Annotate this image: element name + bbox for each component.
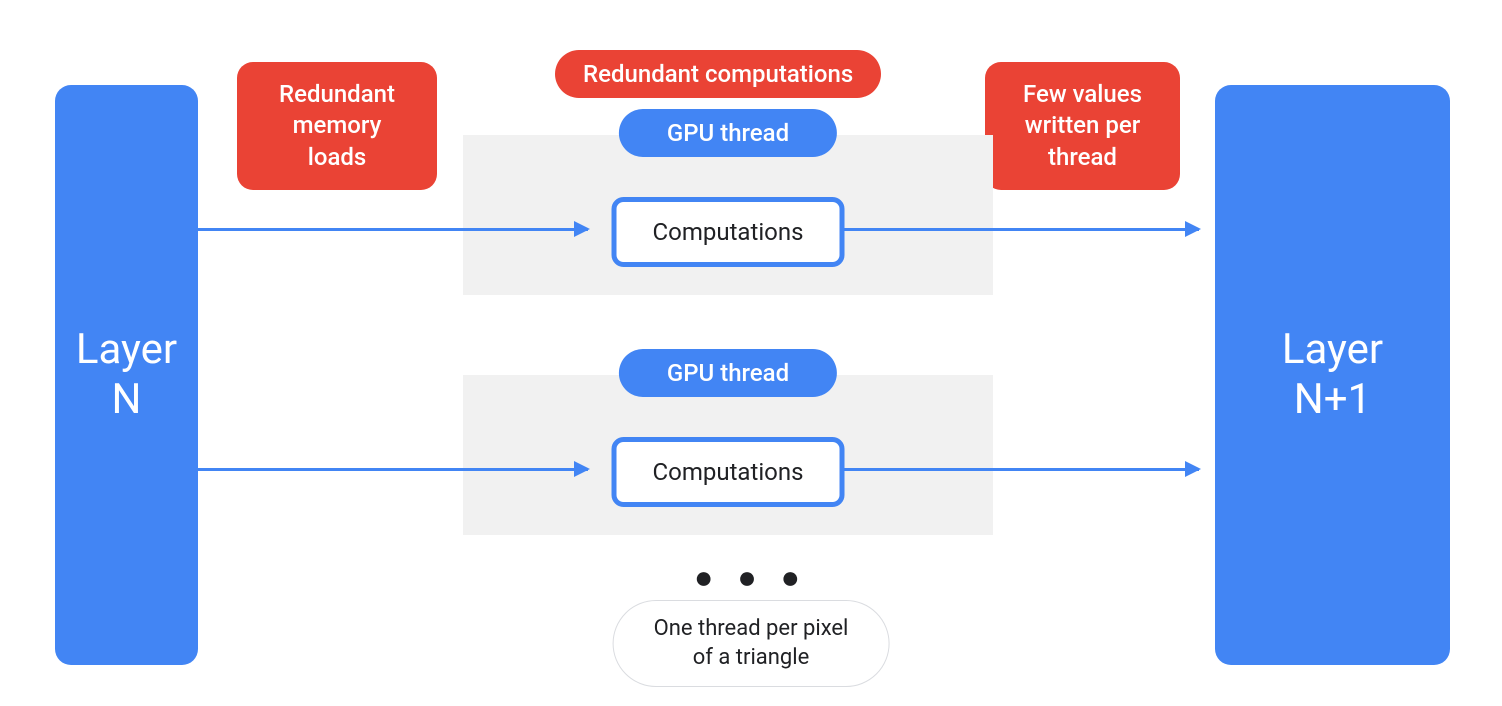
layer-n1-label: Layer N+1 <box>1282 325 1383 426</box>
redundant-computations-callout: Redundant computations <box>555 50 881 98</box>
arrow-1-left <box>198 228 588 231</box>
gpu-thread-2: GPU thread Computations <box>463 375 993 535</box>
caption-text: One thread per pixel of a triangle <box>654 616 849 670</box>
few-values-text: Few values written per thread <box>1023 79 1142 173</box>
caption-pill: One thread per pixel of a triangle <box>613 600 890 687</box>
gpu-thread-label-1: GPU thread <box>667 119 789 147</box>
arrow-1-right <box>843 228 1199 231</box>
computations-label-1: Computations <box>653 218 804 246</box>
arrow-2-right <box>843 468 1199 471</box>
computations-box-1: Computations <box>612 197 845 267</box>
computations-label-2: Computations <box>653 458 804 486</box>
ellipsis-dots: ● ● ● <box>694 558 808 596</box>
layer-n-label: Layer N <box>76 325 177 426</box>
redundant-memory-text: Redundant memory loads <box>279 79 395 173</box>
gpu-thread-pill-1: GPU thread <box>619 109 837 157</box>
layer-n1-box: Layer N+1 <box>1215 85 1450 665</box>
gpu-thread-1: GPU thread Computations <box>463 135 993 295</box>
computations-box-2: Computations <box>612 437 845 507</box>
redundant-memory-callout: Redundant memory loads <box>237 62 437 190</box>
few-values-callout: Few values written per thread <box>985 62 1180 190</box>
layer-n-box: Layer N <box>55 85 198 665</box>
gpu-thread-label-2: GPU thread <box>667 359 789 387</box>
gpu-thread-pill-2: GPU thread <box>619 349 837 397</box>
ellipsis-text: ● ● ● <box>694 558 808 596</box>
redundant-computations-text: Redundant computations <box>583 60 853 88</box>
arrow-2-left <box>198 468 588 471</box>
